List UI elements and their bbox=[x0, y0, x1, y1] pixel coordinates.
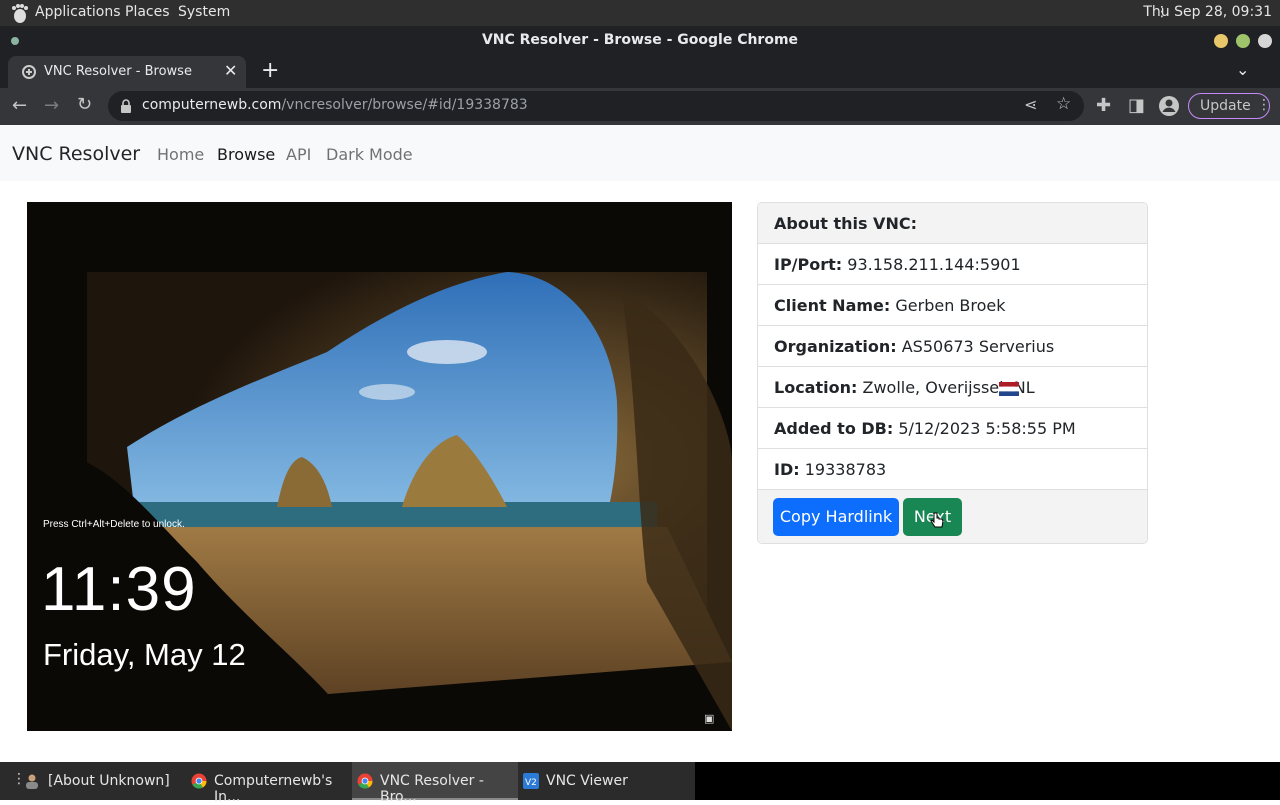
card-header: About this VNC: bbox=[758, 203, 1147, 244]
bookmark-star-icon[interactable]: ☆ bbox=[1056, 94, 1071, 114]
info-row-id: ID: 19338783 bbox=[758, 449, 1147, 490]
nav-api[interactable]: API bbox=[286, 145, 311, 164]
info-row-client-name: Client Name: Gerben Broek bbox=[758, 285, 1147, 326]
panel-clock[interactable]: Thu Sep 28, 09:31 bbox=[1143, 4, 1272, 20]
url-text[interactable]: computernewb.com/vncresolver/browse/#id/… bbox=[142, 97, 528, 113]
profile-avatar-icon[interactable] bbox=[1158, 95, 1180, 117]
address-bar[interactable]: computernewb.com/vncresolver/browse/#id/… bbox=[108, 91, 1084, 121]
menu-system[interactable]: System bbox=[178, 4, 230, 20]
chrome-icon bbox=[357, 773, 373, 789]
hand-cursor-icon bbox=[930, 512, 944, 528]
info-row-added: Added to DB: 5/12/2023 5:58:55 PM bbox=[758, 408, 1147, 449]
user-icon bbox=[26, 774, 38, 789]
maximize-button[interactable] bbox=[1236, 34, 1250, 48]
taskbar-empty-area bbox=[695, 762, 1280, 800]
svg-text:V2: V2 bbox=[525, 778, 537, 788]
accessibility-icon: ▣ bbox=[704, 712, 715, 725]
vnc-viewer-icon: V2 bbox=[523, 773, 539, 789]
unlock-hint: Press Ctrl+Alt+Delete to unlock. bbox=[43, 519, 185, 530]
task-about-unknown[interactable]: [About Unknown] bbox=[18, 762, 178, 800]
close-tab-icon[interactable]: ✕ bbox=[224, 61, 237, 80]
window-titlebar: VNC Resolver - Browse - Google Chrome bbox=[0, 26, 1280, 54]
netherlands-flag-icon bbox=[999, 382, 1019, 396]
gnome-foot-icon[interactable] bbox=[8, 2, 30, 24]
share-icon[interactable]: ⋖ bbox=[1024, 95, 1037, 114]
site-favicon-icon bbox=[22, 65, 36, 79]
vnc-info-card: About this VNC: IP/Port: 93.158.211.144:… bbox=[757, 202, 1148, 544]
nav-home[interactable]: Home bbox=[157, 145, 204, 164]
lockscreen-time: 11:39 bbox=[41, 555, 197, 624]
chevron-down-icon[interactable]: ⌄ bbox=[1236, 60, 1249, 79]
site-brand[interactable]: VNC Resolver bbox=[12, 143, 140, 165]
vnc-screenshot: Press Ctrl+Alt+Delete to unlock. 11:39 F… bbox=[27, 202, 732, 731]
info-row-ip-port: IP/Port: 93.158.211.144:5901 bbox=[758, 244, 1147, 285]
more-menu-icon: ⋮ bbox=[1257, 97, 1271, 113]
lock-icon[interactable] bbox=[120, 99, 132, 113]
task-vnc-viewer[interactable]: V2 VNC Viewer bbox=[518, 762, 688, 800]
update-button[interactable]: Update ⋮ bbox=[1188, 93, 1271, 119]
gnome-top-panel: Applications Places System ⋮ Thu Sep 28,… bbox=[0, 0, 1280, 26]
forward-arrow-icon[interactable]: → bbox=[44, 95, 59, 116]
task-computernewb[interactable]: Computernewb's In... bbox=[185, 762, 350, 805]
menu-applications[interactable]: Applications bbox=[35, 4, 121, 20]
info-row-location: Location: Zwolle, Overijssel, NL bbox=[758, 367, 1147, 408]
side-panel-icon[interactable]: ◨ bbox=[1128, 95, 1145, 116]
minimize-button[interactable] bbox=[1214, 34, 1228, 48]
chrome-icon bbox=[191, 773, 207, 789]
copy-hardlink-button[interactable]: Copy Hardlink bbox=[773, 498, 899, 536]
task-vnc-resolver[interactable]: VNC Resolver - Bro... bbox=[352, 762, 518, 805]
nav-browse[interactable]: Browse bbox=[217, 145, 275, 164]
tab-title: VNC Resolver - Browse bbox=[44, 64, 192, 79]
lockscreen-date: Friday, May 12 bbox=[43, 637, 246, 672]
menu-places[interactable]: Places bbox=[125, 4, 170, 20]
new-tab-icon[interactable]: + bbox=[261, 58, 279, 83]
extensions-puzzle-icon[interactable]: ✚ bbox=[1096, 95, 1111, 116]
window-title: VNC Resolver - Browse - Google Chrome bbox=[481, 32, 799, 48]
info-row-organization: Organization: AS50673 Serverius bbox=[758, 326, 1147, 367]
reload-icon[interactable]: ↻ bbox=[77, 94, 92, 115]
nav-dark-mode[interactable]: Dark Mode bbox=[326, 145, 413, 164]
window-indicator-icon bbox=[11, 37, 19, 45]
close-window-button[interactable] bbox=[1258, 34, 1272, 48]
tab-vnc-resolver[interactable]: VNC Resolver - Browse ✕ bbox=[8, 56, 246, 88]
back-arrow-icon[interactable]: ← bbox=[12, 95, 27, 116]
